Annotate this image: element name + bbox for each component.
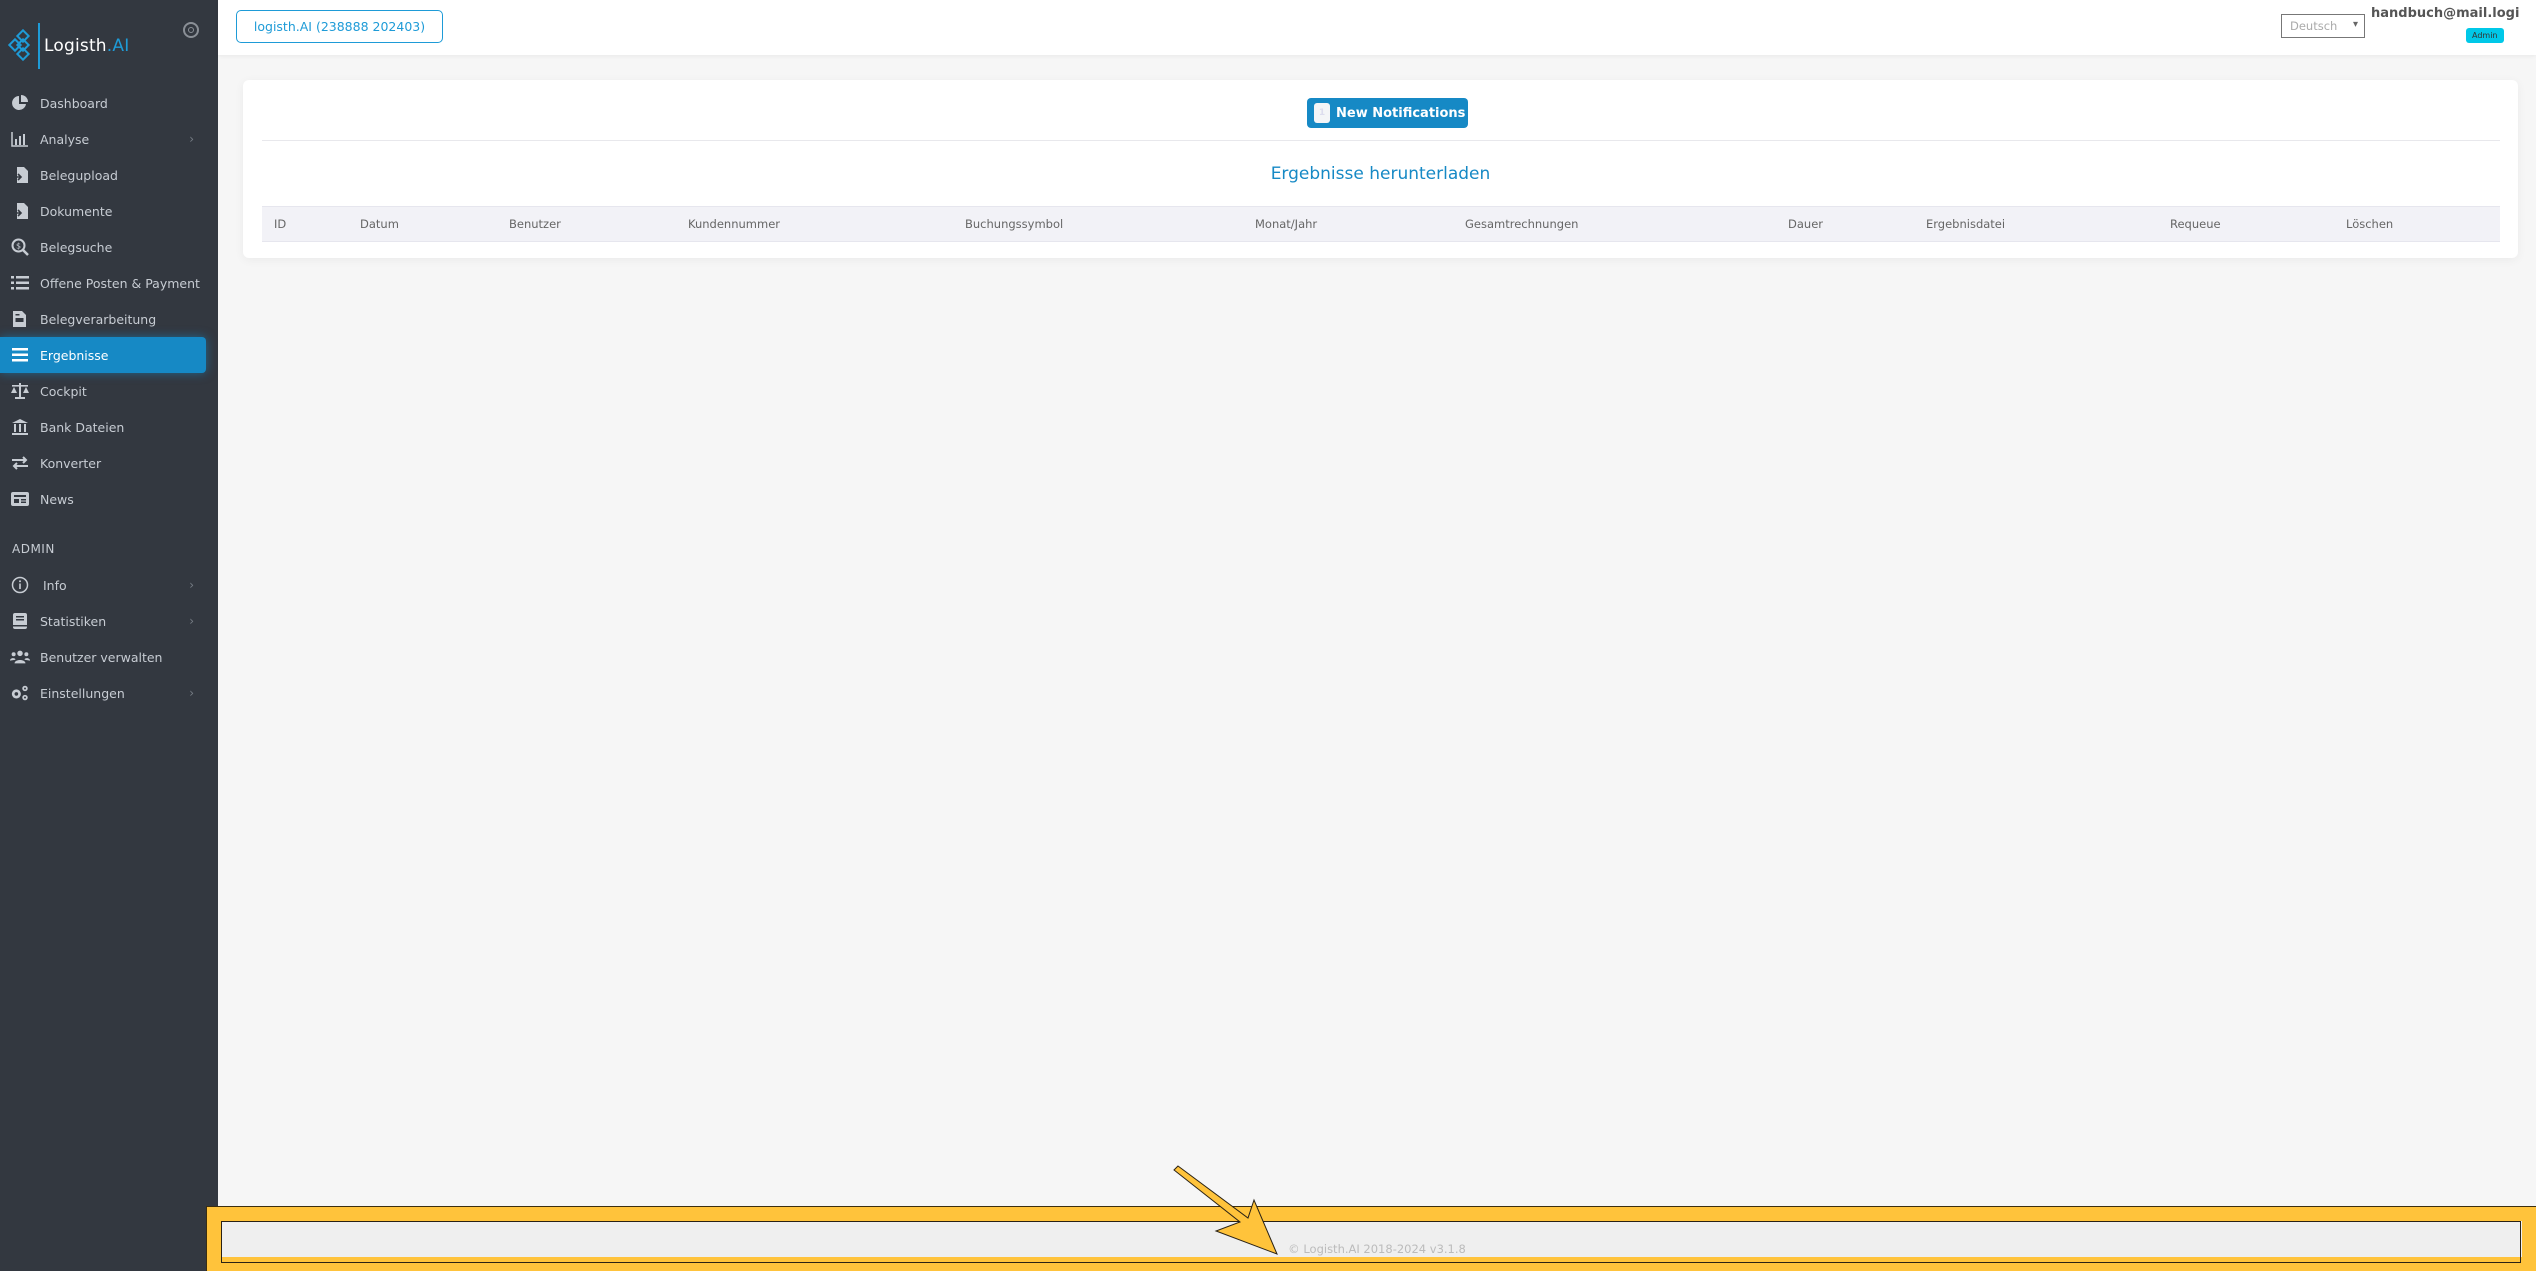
topbar: logisth.AI (238888 202403) Deutsch ▾ han… bbox=[218, 0, 2536, 55]
sidebar-item-label: Cockpit bbox=[40, 383, 87, 399]
results-card: 1 New Notifications Ergebnisse herunterl… bbox=[243, 80, 2518, 258]
chevron-right-icon: › bbox=[189, 686, 194, 700]
sidebar-item-bank-dateien[interactable]: Bank Dateien bbox=[0, 409, 218, 445]
exchange-icon bbox=[10, 454, 30, 472]
search-dollar-icon: $ bbox=[10, 238, 30, 256]
logo-text: Logisth.AI bbox=[44, 36, 129, 56]
column-header-datum[interactable]: Datum bbox=[360, 217, 399, 231]
sidebar-item-statistiken[interactable]: Statistiken › bbox=[0, 603, 218, 639]
language-select[interactable]: Deutsch ▾ bbox=[2281, 14, 2365, 38]
sidebar-item-label: Belegupload bbox=[40, 167, 118, 183]
sidebar-item-info[interactable]: Info › bbox=[0, 567, 218, 603]
column-header-buchungssymbol[interactable]: Buchungssymbol bbox=[965, 217, 1063, 231]
file-invoice-icon bbox=[10, 310, 30, 328]
sidebar-item-label: Einstellungen bbox=[40, 685, 125, 701]
file-import-icon bbox=[10, 202, 30, 220]
user-email[interactable]: handbuch@mail.logi bbox=[2371, 6, 2519, 21]
column-header-id[interactable]: ID bbox=[274, 217, 286, 231]
file-import-icon bbox=[10, 166, 30, 184]
sidebar-item-konverter[interactable]: Konverter bbox=[0, 445, 218, 481]
sidebar: Logisth.AI Dashboard Analyse › Beleguplo… bbox=[0, 0, 218, 1271]
results-table-header: ID Datum Benutzer Kundennummer Buchungss… bbox=[262, 206, 2500, 242]
sidebar-item-dashboard[interactable]: Dashboard bbox=[0, 85, 218, 121]
sidebar-item-einstellungen[interactable]: Einstellungen › bbox=[0, 675, 218, 711]
sidebar-item-belegverarbeitung[interactable]: Belegverarbeitung bbox=[0, 301, 218, 337]
users-icon bbox=[10, 648, 30, 666]
sidebar-item-cockpit[interactable]: Cockpit bbox=[0, 373, 218, 409]
newspaper-icon bbox=[10, 490, 30, 508]
column-header-ergebnisdatei[interactable]: Ergebnisdatei bbox=[1926, 217, 2005, 231]
sidebar-item-label: News bbox=[40, 491, 74, 507]
admin-section-title: ADMIN bbox=[12, 542, 55, 556]
chevron-right-icon: › bbox=[189, 614, 194, 628]
company-selector-button[interactable]: logisth.AI (238888 202403) bbox=[236, 10, 443, 43]
column-header-kundennummer[interactable]: Kundennummer bbox=[688, 217, 780, 231]
pie-chart-icon bbox=[10, 94, 30, 112]
page-title: Ergebnisse herunterladen bbox=[1270, 164, 1491, 184]
annotation-arrow-icon bbox=[1173, 1165, 1278, 1255]
sidebar-toggle-icon[interactable] bbox=[183, 22, 199, 38]
column-header-gesamtrechnungen[interactable]: Gesamtrechnungen bbox=[1465, 217, 1578, 231]
sidebar-item-ergebnisse[interactable]: Ergebnisse bbox=[0, 337, 206, 373]
sidebar-item-dokumente[interactable]: Dokumente bbox=[0, 193, 218, 229]
sidebar-nav: Dashboard Analyse › Belegupload Dokument… bbox=[0, 85, 218, 711]
chevron-right-icon: › bbox=[189, 578, 194, 592]
brand-name: Logisth bbox=[44, 36, 107, 56]
sidebar-item-benutzer-verwalten[interactable]: Benutzer verwalten bbox=[0, 639, 218, 675]
brand-suffix: .AI bbox=[106, 36, 130, 56]
new-notifications-label: New Notifications bbox=[1336, 105, 1466, 121]
sidebar-item-label: Belegverarbeitung bbox=[40, 311, 157, 327]
language-select-value: Deutsch bbox=[2290, 19, 2338, 33]
logo[interactable]: Logisth.AI bbox=[8, 22, 129, 70]
chevron-right-icon: › bbox=[189, 132, 194, 146]
sidebar-item-belegupload[interactable]: Belegupload bbox=[0, 157, 218, 193]
svg-text:$: $ bbox=[16, 242, 21, 251]
sidebar-item-analyse[interactable]: Analyse › bbox=[0, 121, 218, 157]
role-badge: Admin bbox=[2466, 28, 2504, 43]
sidebar-item-label: Ergebnisse bbox=[40, 347, 109, 363]
sidebar-item-label: Analyse bbox=[40, 131, 90, 147]
sidebar-item-label: Statistiken bbox=[40, 613, 107, 629]
sidebar-item-offene-posten[interactable]: Offene Posten & Payment bbox=[0, 265, 218, 301]
column-header-benutzer[interactable]: Benutzer bbox=[509, 217, 561, 231]
column-header-loeschen[interactable]: Löschen bbox=[2346, 217, 2393, 231]
sidebar-item-label: Benutzer verwalten bbox=[40, 649, 163, 665]
sidebar-item-label: Offene Posten & Payment bbox=[40, 275, 200, 291]
list-icon bbox=[10, 274, 30, 292]
balance-scale-icon bbox=[10, 382, 30, 400]
column-header-dauer[interactable]: Dauer bbox=[1788, 217, 1823, 231]
logo-mark-icon bbox=[8, 28, 31, 62]
sidebar-item-label: Dashboard bbox=[40, 95, 108, 111]
bank-icon bbox=[10, 418, 30, 436]
bar-chart-icon bbox=[10, 130, 30, 148]
sidebar-item-label: Bank Dateien bbox=[40, 419, 125, 435]
sidebar-item-news[interactable]: News bbox=[0, 481, 218, 517]
column-header-requeue[interactable]: Requeue bbox=[2170, 217, 2221, 231]
sidebar-item-belegsuche[interactable]: $ Belegsuche bbox=[0, 229, 218, 265]
highlight-inner-border bbox=[221, 1221, 2521, 1263]
sidebar-item-label: Dokumente bbox=[40, 203, 113, 219]
book-icon bbox=[10, 612, 30, 630]
bars-icon bbox=[10, 346, 30, 364]
notification-count-badge: 1 bbox=[1314, 103, 1330, 123]
info-circle-icon bbox=[10, 576, 30, 594]
sidebar-item-label: Info bbox=[43, 577, 67, 593]
logo-divider bbox=[38, 23, 40, 69]
column-header-monat-jahr[interactable]: Monat/Jahr bbox=[1255, 217, 1317, 231]
chevron-down-icon: ▾ bbox=[2352, 19, 2358, 30]
cogs-icon bbox=[10, 684, 30, 702]
sidebar-item-label: Konverter bbox=[40, 455, 102, 471]
sidebar-item-label: Belegsuche bbox=[40, 239, 113, 255]
new-notifications-button[interactable]: 1 New Notifications bbox=[1307, 98, 1468, 128]
card-divider bbox=[262, 140, 2500, 141]
